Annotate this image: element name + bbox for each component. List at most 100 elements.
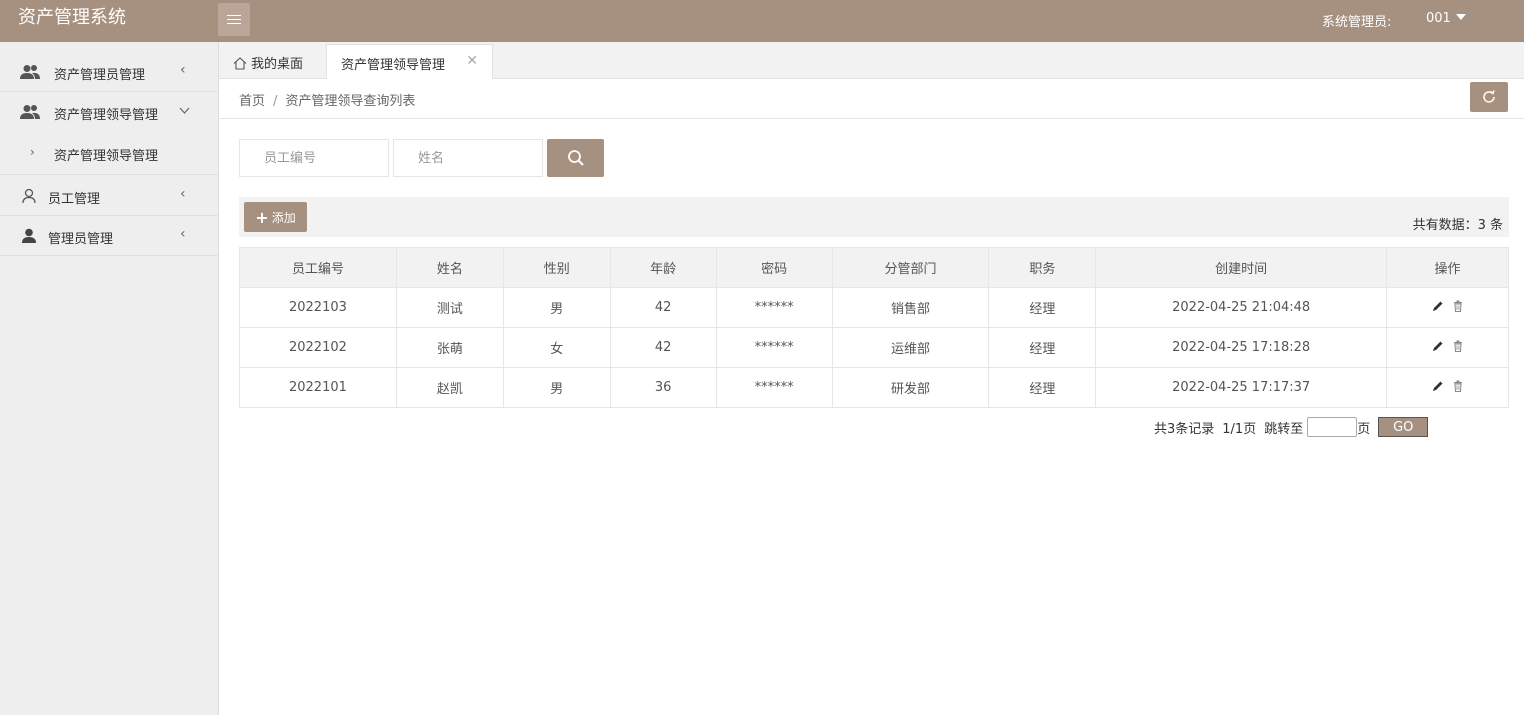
- user-menu[interactable]: 001: [1426, 11, 1451, 26]
- add-button[interactable]: + 添加: [244, 202, 307, 232]
- cell-gender: 男: [502, 367, 611, 408]
- cell-department: 销售部: [831, 287, 990, 328]
- cell-name: 张萌: [395, 327, 504, 368]
- column-header: 员工编号: [239, 247, 397, 288]
- cell-actions: [1386, 327, 1509, 368]
- refresh-icon: [1483, 90, 1495, 103]
- chevron-left-icon: ‹: [180, 226, 186, 242]
- column-header: 性别: [502, 247, 611, 288]
- tab-asset-leader[interactable]: 资产管理领导管理 ✕: [326, 44, 493, 79]
- page-number-input[interactable]: [1307, 417, 1358, 437]
- cell-created: 2022-04-25 17:18:28: [1095, 327, 1388, 368]
- users-icon: [20, 105, 40, 119]
- cell-actions: [1386, 367, 1509, 408]
- edit-icon[interactable]: [1432, 300, 1444, 312]
- breadcrumb-bar: 首页 / 资产管理领导查询列表: [219, 79, 1524, 119]
- chevron-left-icon: ‹: [180, 186, 186, 202]
- column-header: 密码: [715, 247, 833, 288]
- cell-department: 运维部: [831, 327, 990, 368]
- breadcrumb: 首页 / 资产管理领导查询列表: [239, 90, 415, 109]
- pagination: 共3条记录 1/1页 跳转至 页 GO: [1154, 417, 1429, 437]
- cell-gender: 女: [502, 327, 611, 368]
- cell-age: 42: [609, 327, 717, 368]
- sidebar-item-asset-leader[interactable]: 资产管理领导管理: [0, 92, 218, 132]
- page-info: 1/1页: [1222, 421, 1257, 437]
- table-header-row: 员工编号 姓名 性别 年龄 密码 分管部门 职务 创建时间 操作: [239, 247, 1509, 288]
- column-header: 创建时间: [1095, 247, 1388, 288]
- tab-desktop[interactable]: 我的桌面: [219, 44, 325, 79]
- user-outline-icon: [22, 188, 36, 204]
- delete-icon[interactable]: [1452, 300, 1464, 312]
- cell-password: ******: [715, 367, 833, 408]
- table-toolbar: + 添加 共有数据：3 条: [239, 197, 1509, 237]
- employee-id-input[interactable]: [239, 139, 389, 177]
- breadcrumb-current: 资产管理领导查询列表: [285, 94, 416, 109]
- table-row: 2022101 赵凯 男 36 ****** 研发部 经理 2022-04-25…: [239, 367, 1509, 408]
- sidebar-item-label: 资产管理领导管理: [54, 108, 159, 123]
- column-header: 职务: [988, 247, 1097, 288]
- go-button[interactable]: GO: [1378, 417, 1429, 437]
- cell-department: 研发部: [831, 367, 990, 408]
- table-row: 2022102 张萌 女 42 ****** 运维部 经理 2022-04-25…: [239, 327, 1509, 368]
- search-icon: [567, 150, 584, 166]
- sidebar-item-label: 资产管理员管理: [54, 68, 146, 83]
- top-bar: 资产管理系统 系统管理员: 001: [0, 0, 1524, 42]
- breadcrumb-home[interactable]: 首页: [239, 94, 265, 109]
- caret-down-icon[interactable]: [1456, 14, 1466, 20]
- sidebar-subitem-label: 资产管理领导管理: [54, 149, 159, 164]
- cell-age: 36: [609, 367, 717, 408]
- chevron-left-icon: ‹: [180, 62, 186, 78]
- chevron-down-icon: [179, 107, 190, 114]
- page-unit-label: 页: [1357, 421, 1371, 437]
- cell-created: 2022-04-25 17:17:37: [1095, 367, 1388, 408]
- menu-icon: [227, 14, 241, 25]
- plus-icon: +: [255, 207, 269, 227]
- sidebar-item-label: 员工管理: [48, 192, 101, 207]
- jump-to-label: 跳转至: [1264, 421, 1304, 437]
- add-button-label: 添加: [271, 210, 296, 225]
- data-table: 员工编号 姓名 性别 年龄 密码 分管部门 职务 创建时间 操作 2022103…: [239, 247, 1509, 408]
- tab-label: 我的桌面: [251, 57, 304, 72]
- refresh-button[interactable]: [1470, 82, 1508, 112]
- cell-gender: 男: [502, 287, 611, 328]
- close-icon[interactable]: ✕: [466, 53, 478, 69]
- cell-password: ******: [715, 327, 833, 368]
- delete-icon[interactable]: [1452, 340, 1464, 352]
- sidebar: 资产管理员管理 ‹ 资产管理领导管理 › 资产管理领导管理 员工管理 ‹ 管理员…: [0, 42, 219, 715]
- sidebar-item-label: 管理员管理: [48, 232, 114, 247]
- edit-icon[interactable]: [1432, 380, 1444, 392]
- menu-toggle-button[interactable]: [218, 3, 250, 36]
- cell-title: 经理: [988, 327, 1097, 368]
- cell-created: 2022-04-25 21:04:48: [1095, 287, 1388, 328]
- column-header: 姓名: [395, 247, 504, 288]
- cell-age: 42: [609, 287, 717, 328]
- table-row: 2022103 测试 男 42 ****** 销售部 经理 2022-04-25…: [239, 287, 1509, 328]
- app-title: 资产管理系统: [18, 7, 126, 28]
- sidebar-item-asset-admin[interactable]: 资产管理员管理 ‹: [0, 52, 218, 92]
- delete-icon[interactable]: [1452, 380, 1464, 392]
- tab-label: 资产管理领导管理: [341, 58, 446, 73]
- cell-employee-id: 2022102: [239, 327, 397, 368]
- cell-title: 经理: [988, 287, 1097, 328]
- sidebar-item-employee[interactable]: 员工管理 ‹: [0, 176, 218, 216]
- record-count: 共3条记录: [1154, 421, 1215, 437]
- cell-title: 经理: [988, 367, 1097, 408]
- search-button[interactable]: [547, 139, 604, 177]
- user-icon: [22, 228, 36, 243]
- cell-name: 赵凯: [395, 367, 504, 408]
- breadcrumb-separator: /: [273, 94, 278, 109]
- chevron-right-icon: ›: [30, 145, 35, 159]
- edit-icon[interactable]: [1432, 340, 1444, 352]
- column-header: 分管部门: [831, 247, 990, 288]
- column-header: 年龄: [609, 247, 717, 288]
- sidebar-subitem-asset-leader[interactable]: › 资产管理领导管理: [0, 133, 218, 175]
- sidebar-item-admin[interactable]: 管理员管理 ‹: [0, 216, 218, 256]
- cell-employee-id: 2022101: [239, 367, 397, 408]
- cell-actions: [1386, 287, 1509, 328]
- tab-bar: 我的桌面 资产管理领导管理 ✕: [219, 42, 1524, 79]
- cell-password: ******: [715, 287, 833, 328]
- name-input[interactable]: [393, 139, 543, 177]
- users-icon: [20, 65, 40, 79]
- home-icon: [233, 57, 247, 70]
- cell-name: 测试: [395, 287, 504, 328]
